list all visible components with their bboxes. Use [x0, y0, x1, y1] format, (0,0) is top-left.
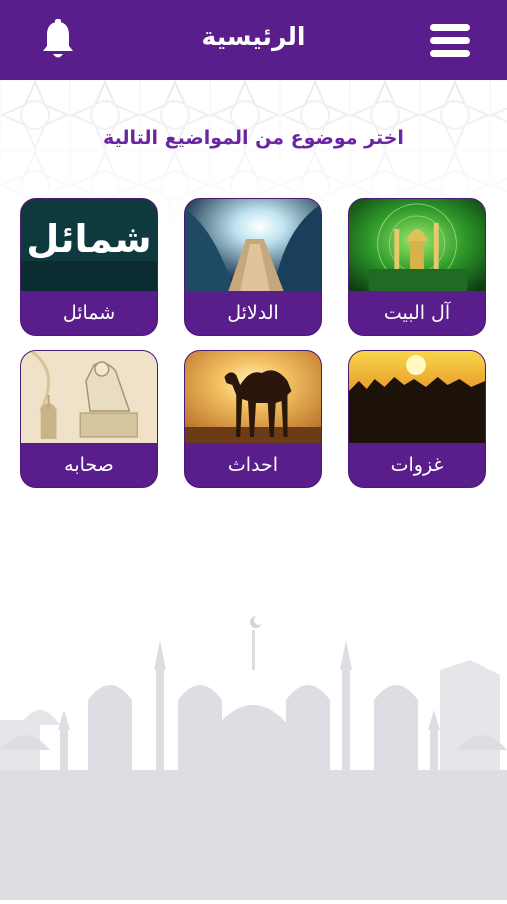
tile-ahdath[interactable]: احداث: [184, 350, 322, 488]
tile-aldalail[interactable]: الدلائل: [184, 198, 322, 336]
army-silhouettes-image: [349, 351, 485, 443]
app-header: الرئيسية: [0, 0, 507, 80]
sketch-figure-image: [21, 351, 157, 443]
tile-shamail[interactable]: شمائل شمائل: [20, 198, 158, 336]
tile-label: شمائل: [21, 291, 157, 335]
tile-label: الدلائل: [185, 291, 321, 335]
tile-label: آل البيت: [349, 291, 485, 335]
tile-label: صحابه: [21, 443, 157, 487]
mosque-skyline-decoration: [0, 600, 507, 900]
tile-label: غزوات: [349, 443, 485, 487]
tile-ghazawat[interactable]: غزوات: [348, 350, 486, 488]
bell-icon[interactable]: [40, 18, 76, 62]
tile-sahaba[interactable]: صحابه: [20, 350, 158, 488]
tile-label: احداث: [185, 443, 321, 487]
tile-al-albayt[interactable]: آل البيت: [348, 198, 486, 336]
parted-sea-image: [185, 199, 321, 291]
camel-sunset-image: [185, 351, 321, 443]
green-shrine-image: [349, 199, 485, 291]
shamail-card-image: شمائل: [21, 199, 157, 291]
subtitle: اختر موضوع من المواضيع التالية: [103, 127, 404, 149]
page-title: الرئيسية: [201, 22, 306, 51]
shamail-card-text: شمائل: [26, 217, 152, 261]
